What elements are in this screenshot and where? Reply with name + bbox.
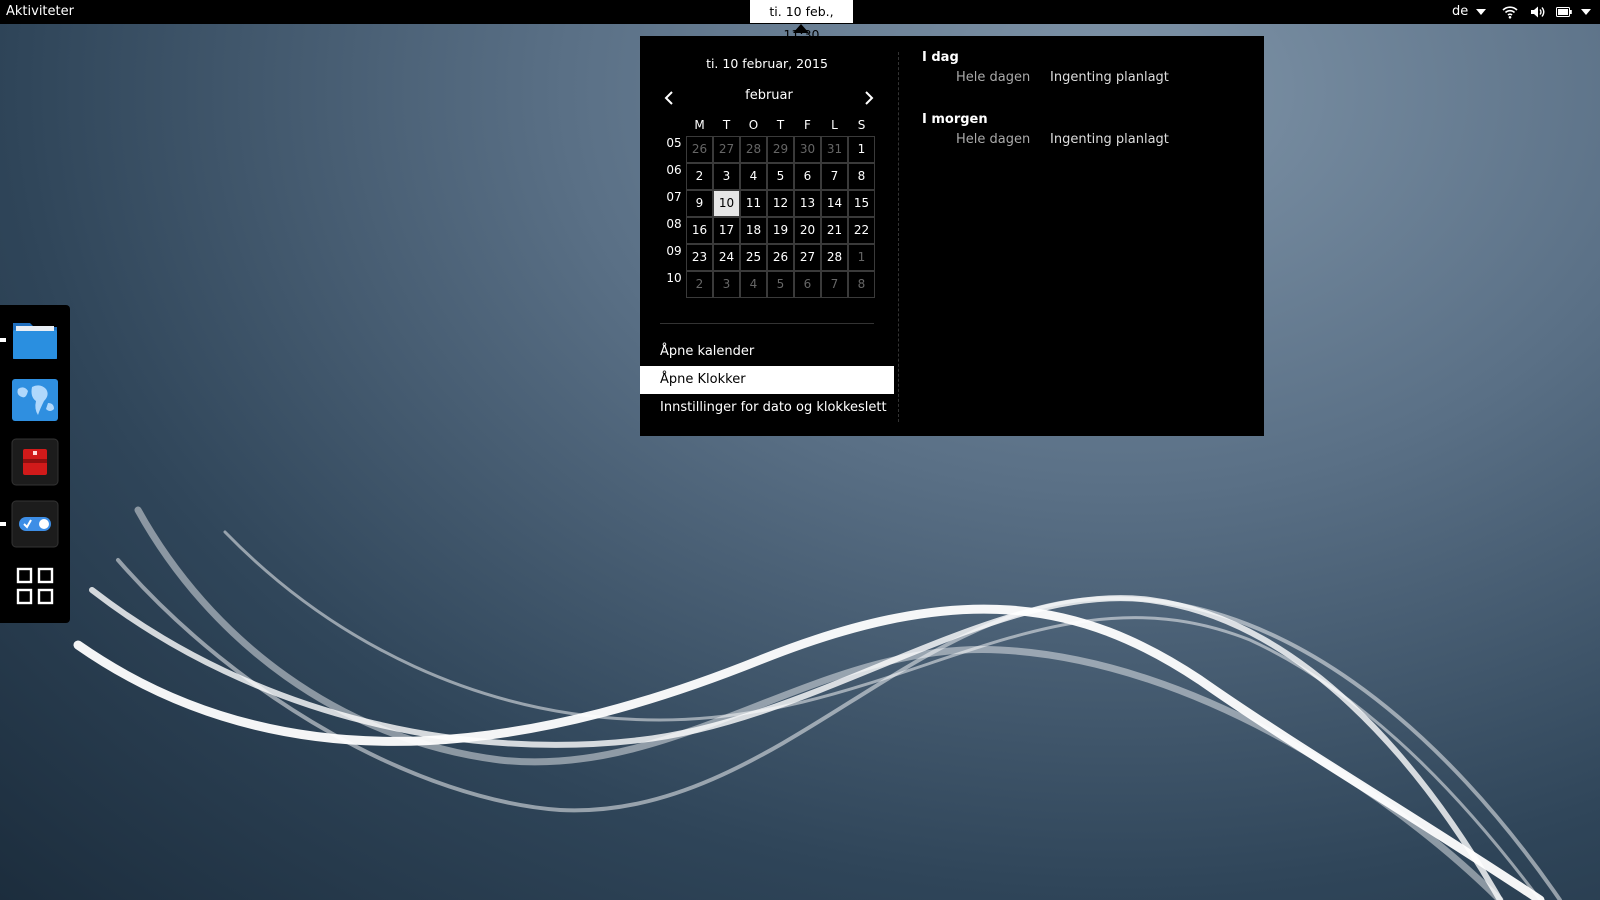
day-header: L	[831, 118, 838, 132]
calendar-day-cell[interactable]: 29	[767, 136, 794, 163]
week-number: 05	[666, 136, 682, 150]
calendar-day-cell[interactable]: 28	[821, 244, 848, 271]
day-header: O	[748, 118, 759, 132]
calendar-day-cell[interactable]: 13	[794, 190, 821, 217]
keyboard-layout-caret-icon	[1476, 9, 1486, 15]
month-label: februar	[745, 88, 793, 103]
day-header: T	[776, 118, 785, 132]
week-number: 06	[666, 163, 682, 177]
popup-divider	[898, 52, 899, 422]
maps-app-icon[interactable]	[10, 375, 60, 425]
calendar-day-cell[interactable]: 3	[713, 271, 740, 298]
event-time: Hele dagen	[956, 70, 1031, 85]
calendar-day-cell[interactable]: 3	[713, 163, 740, 190]
calendar-day-cell[interactable]: 14	[821, 190, 848, 217]
event-row[interactable]: Hele dagen Ingenting planlagt	[922, 70, 1242, 90]
calendar-day-cell[interactable]: 27	[794, 244, 821, 271]
calendar-day-cell[interactable]: 4	[740, 271, 767, 298]
calendar-day-cell[interactable]: 24	[713, 244, 740, 271]
calendar-day-cell[interactable]: 6	[794, 163, 821, 190]
event-row[interactable]: Hele dagen Ingenting planlagt	[922, 132, 1242, 152]
running-indicator	[0, 338, 6, 342]
day-header: T	[722, 118, 731, 132]
calendar-day-cell[interactable]: 15	[848, 190, 875, 217]
calendar-menu: Åpne kalender Åpne Klokker Innstillinger…	[640, 338, 894, 422]
show-applications-icon[interactable]	[10, 561, 60, 611]
red-app-icon[interactable]	[10, 437, 60, 487]
calendar-day-cell[interactable]: 7	[821, 163, 848, 190]
chevron-left-icon	[664, 91, 673, 105]
calendar-day-cell[interactable]: 1	[848, 244, 875, 271]
calendar-day-cell[interactable]: 4	[740, 163, 767, 190]
tomorrow-heading: I morgen	[922, 112, 988, 127]
calendar-day-grid: 26 27 28 29 30 31 1 2 3 4 5 6 7 8 9 10 11 12 13 14 15 16 17 18 1…	[686, 136, 875, 298]
calendar-day-cell[interactable]: 19	[767, 217, 794, 244]
month-navigation: februar	[660, 88, 878, 108]
calendar-day-cell[interactable]: 7	[821, 271, 848, 298]
calendar-day-cell[interactable]: 26	[686, 136, 713, 163]
volume-icon[interactable]	[1530, 5, 1546, 19]
calendar-day-cell[interactable]: 17	[713, 217, 740, 244]
calendar-day-cell[interactable]: 10	[713, 190, 740, 217]
event-title: Ingenting planlagt	[1050, 70, 1169, 85]
calendar-day-cell[interactable]: 9	[686, 190, 713, 217]
event-title: Ingenting planlagt	[1050, 132, 1169, 147]
calendar-day-cell[interactable]: 27	[713, 136, 740, 163]
calendar-popup: ti. 10 februar, 2015 februar M T O T F L…	[640, 36, 1264, 436]
calendar-day-cell[interactable]: 2	[686, 163, 713, 190]
calendar-day-cell[interactable]: 5	[767, 163, 794, 190]
day-header: S	[857, 118, 866, 132]
week-number: 10	[666, 271, 682, 285]
wifi-icon[interactable]	[1502, 5, 1518, 19]
files-app-icon[interactable]	[10, 313, 60, 363]
datetime-settings-item[interactable]: Innstillinger for dato og klokkeslett	[640, 394, 894, 422]
calendar-day-cell[interactable]: 2	[686, 271, 713, 298]
calendar-day-cell[interactable]: 18	[740, 217, 767, 244]
calendar-day-cell[interactable]: 31	[821, 136, 848, 163]
activities-button[interactable]: Aktiviteter	[6, 0, 74, 24]
keyboard-layout-indicator[interactable]: de	[1452, 0, 1468, 24]
calendar-day-cell[interactable]: 25	[740, 244, 767, 271]
calendar-day-cell[interactable]: 8	[848, 271, 875, 298]
battery-icon[interactable]	[1556, 7, 1572, 17]
open-calendar-item[interactable]: Åpne kalender	[640, 338, 894, 366]
day-header: F	[804, 118, 811, 132]
calendar-day-cell[interactable]: 21	[821, 217, 848, 244]
chevron-right-icon	[865, 91, 874, 105]
events-panel: I dag Hele dagen Ingenting planlagt I mo…	[922, 50, 1242, 174]
calendar-day-cell[interactable]: 30	[794, 136, 821, 163]
calendar-day-cell[interactable]: 26	[767, 244, 794, 271]
calendar-day-cell[interactable]: 28	[740, 136, 767, 163]
calendar-day-cell[interactable]: 20	[794, 217, 821, 244]
dash-dock	[0, 305, 70, 623]
settings-toggle-app-icon[interactable]	[10, 499, 60, 549]
day-header: M	[694, 118, 705, 132]
top-bar: Aktiviteter ti. 10 feb., 11:30 de	[0, 0, 1600, 42]
event-time: Hele dagen	[956, 132, 1031, 147]
calendar-day-cell[interactable]: 16	[686, 217, 713, 244]
calendar-day-cell[interactable]: 12	[767, 190, 794, 217]
calendar-day-cell[interactable]: 5	[767, 271, 794, 298]
today-heading: I dag	[922, 50, 959, 65]
calendar-day-cell[interactable]: 1	[848, 136, 875, 163]
week-number: 07	[666, 190, 682, 204]
calendar-day-cell[interactable]: 11	[740, 190, 767, 217]
previous-month-button[interactable]	[660, 88, 680, 108]
menu-separator	[660, 323, 874, 324]
calendar-full-date[interactable]: ti. 10 februar, 2015	[640, 56, 894, 71]
calendar-day-cell[interactable]: 8	[848, 163, 875, 190]
system-menu-caret-icon[interactable]	[1581, 9, 1591, 15]
week-number: 09	[666, 244, 682, 258]
calendar-day-cell[interactable]: 23	[686, 244, 713, 271]
calendar-day-cell[interactable]: 6	[794, 271, 821, 298]
running-indicator	[0, 522, 6, 526]
open-clocks-item[interactable]: Åpne Klokker	[640, 366, 894, 394]
next-month-button[interactable]	[858, 88, 878, 108]
clock-button[interactable]: ti. 10 feb., 11:30	[750, 0, 853, 42]
popup-pointer	[793, 24, 809, 33]
week-number: 08	[666, 217, 682, 231]
calendar-day-cell[interactable]: 22	[848, 217, 875, 244]
